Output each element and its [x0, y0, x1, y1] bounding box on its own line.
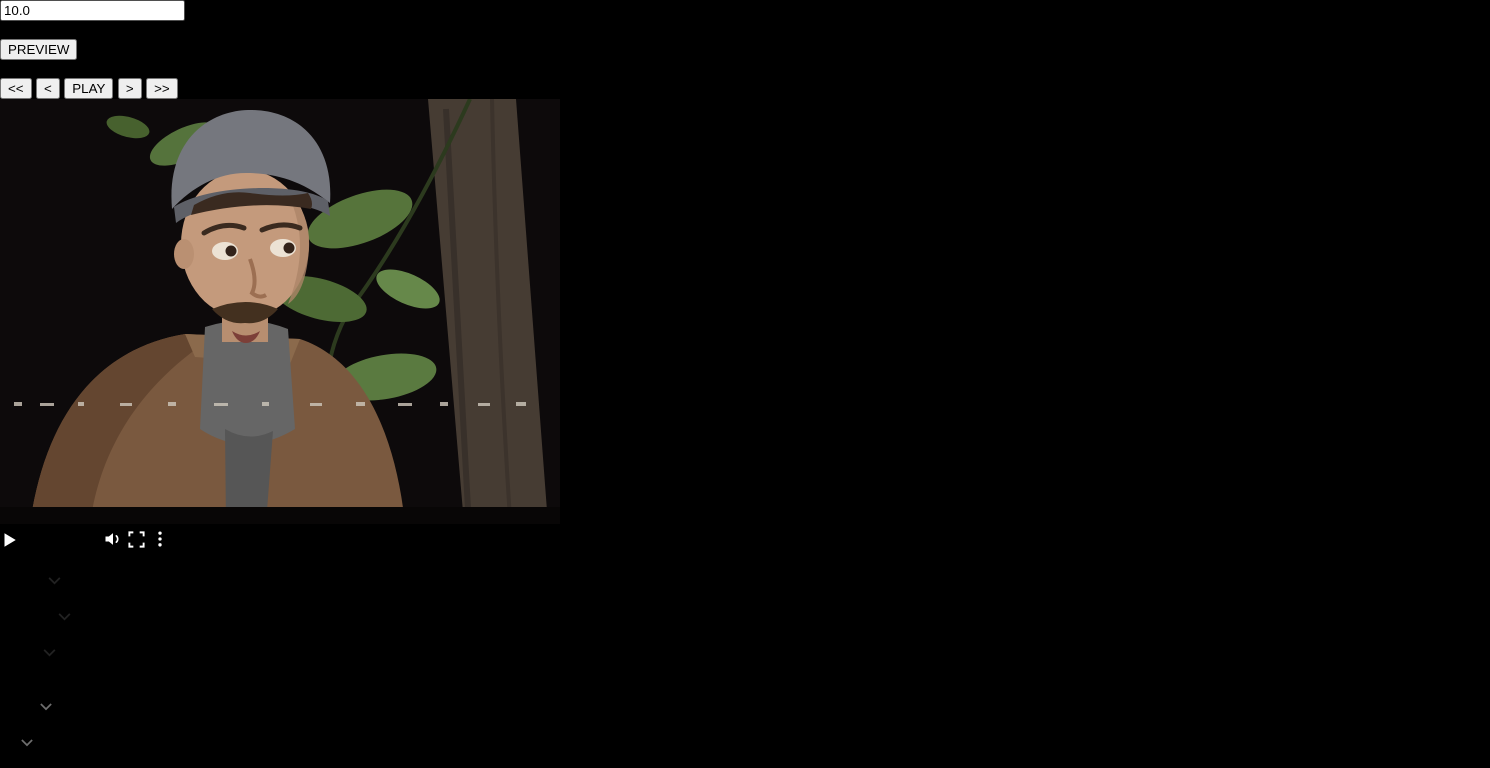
frame-rate-select[interactable]: 15 FPS [0, 608, 1490, 626]
play-button[interactable]: PLAY [64, 78, 114, 99]
chevron-down-icon [21, 734, 34, 751]
volume-icon[interactable] [103, 533, 127, 553]
help-icon[interactable]: ? [0, 662, 1490, 680]
overflow-menu-icon[interactable] [150, 531, 170, 553]
chevron-down-icon [43, 644, 56, 661]
video-player[interactable]: 0:00 / 0:59 [0, 98, 1490, 554]
chevron-down-icon [58, 608, 71, 625]
video-time-text: 0:00 / 0:59 [22, 536, 99, 553]
duration-input[interactable] [0, 0, 185, 21]
frame-rate-label: Frame Rate [0, 590, 85, 607]
duration-max-label: 10.0 [0, 21, 32, 38]
step-back-button[interactable]: < [36, 78, 60, 99]
type-select: Loop [0, 698, 1490, 716]
preview-button[interactable]: PREVIEW [0, 39, 78, 60]
registered-users-note: (Available to registered users) [0, 752, 213, 768]
speed-label: Speed [0, 716, 47, 733]
fast-forward-button[interactable]: >> [146, 78, 178, 99]
frame-rate-select-value: 15 FPS [0, 608, 54, 625]
step-forward-button[interactable]: > [117, 78, 142, 99]
type-label: Type [0, 680, 35, 697]
video-play-icon[interactable] [0, 533, 22, 553]
video-frame-art [0, 98, 560, 524]
width-select-value: 520px [0, 572, 44, 589]
width-label: Width [0, 554, 41, 571]
filters-label: Filters [0, 626, 44, 643]
gif-maker-app: 10.0 PREVIEW 0:00:0 << < PLAY > >> [0, 0, 1490, 768]
chevron-down-icon [48, 572, 61, 589]
filters-select[interactable]: None [0, 644, 1490, 662]
speed-select-value: 1x [0, 734, 17, 751]
speed-select: 1x [0, 734, 1490, 752]
chevron-down-icon [40, 698, 52, 715]
current-time-display: 0:00:0 [0, 60, 45, 77]
type-select-value: Loop [0, 698, 36, 715]
width-select[interactable]: 520px [0, 572, 1490, 590]
trim-range-track[interactable] [78, 29, 538, 59]
fullscreen-icon[interactable] [127, 531, 150, 553]
filters-select-value: None [0, 644, 39, 661]
rewind-button[interactable]: << [0, 78, 32, 99]
